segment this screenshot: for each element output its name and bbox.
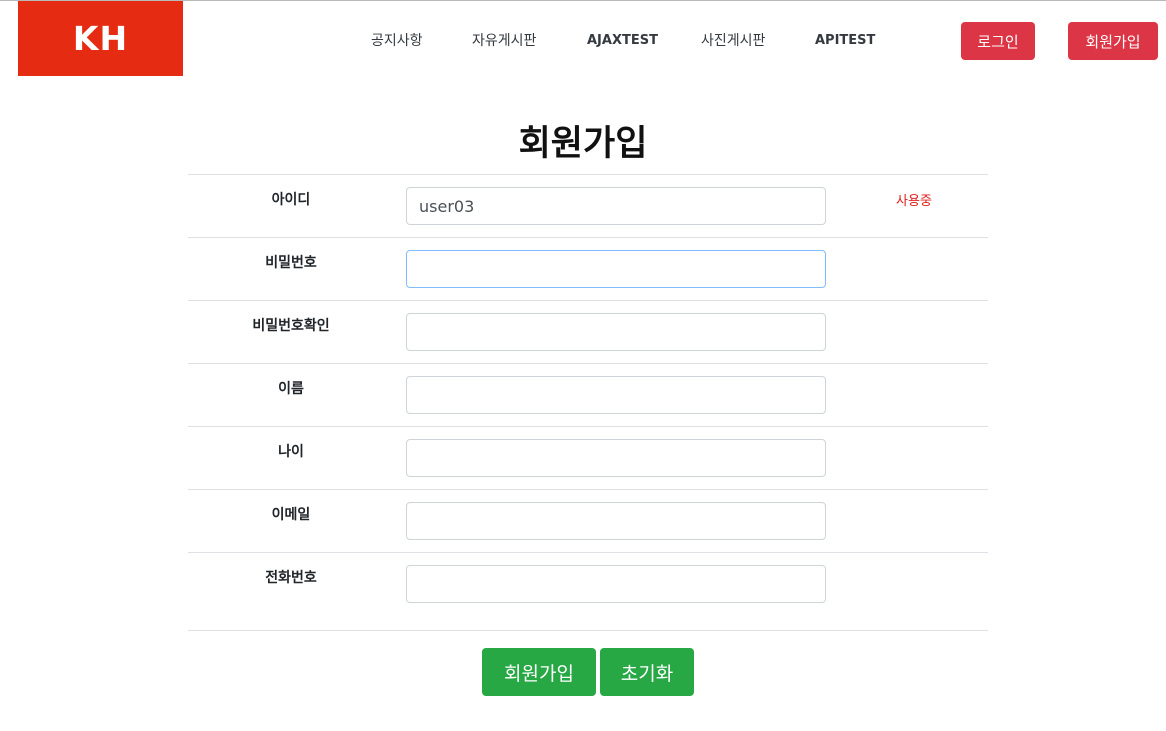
nav-link-notice[interactable]: 공지사항 [371,31,423,51]
form-row-age: 나이 [188,427,988,490]
reset-button[interactable]: 초기화 [600,648,694,696]
id-input[interactable] [406,187,826,225]
nav-link-ajaxtest[interactable]: AJAXTEST [587,31,658,51]
form-row-id: 아이디 사용중 [188,175,988,238]
form-row-password-confirm: 비밀번호확인 [188,301,988,364]
site-logo[interactable]: KH [18,1,183,76]
form-row-name: 이름 [188,364,988,427]
password-label: 비밀번호 [265,255,317,271]
nav-link-photo-board[interactable]: 사진게시판 [701,31,765,51]
age-input[interactable] [406,439,826,477]
page-title: 회원가입 [518,124,648,164]
nav-link-apitest[interactable]: APITEST [815,31,875,51]
signup-nav-button[interactable]: 회원가입 [1068,22,1158,60]
password-input[interactable] [406,250,826,288]
form-row-password: 비밀번호 [188,238,988,301]
password-confirm-label: 비밀번호확인 [252,318,330,334]
email-input[interactable] [406,502,826,540]
phone-input[interactable] [406,565,826,603]
submit-signup-button[interactable]: 회원가입 [482,648,596,696]
nav-link-free-board[interactable]: 자유게시판 [472,31,536,51]
signup-form: 아이디 사용중 비밀번호 비밀번호확인 이름 나이 이메일 전화번호 [188,174,988,631]
form-row-phone: 전화번호 [188,553,988,631]
name-input[interactable] [406,376,826,414]
phone-label: 전화번호 [265,570,317,586]
name-label: 이름 [278,381,304,397]
id-label: 아이디 [271,192,311,208]
password-confirm-input[interactable] [406,313,826,351]
age-label: 나이 [278,444,304,460]
email-label: 이메일 [271,507,311,523]
form-row-email: 이메일 [188,490,988,553]
id-status-message: 사용중 [896,194,932,209]
login-button[interactable]: 로그인 [961,22,1035,60]
